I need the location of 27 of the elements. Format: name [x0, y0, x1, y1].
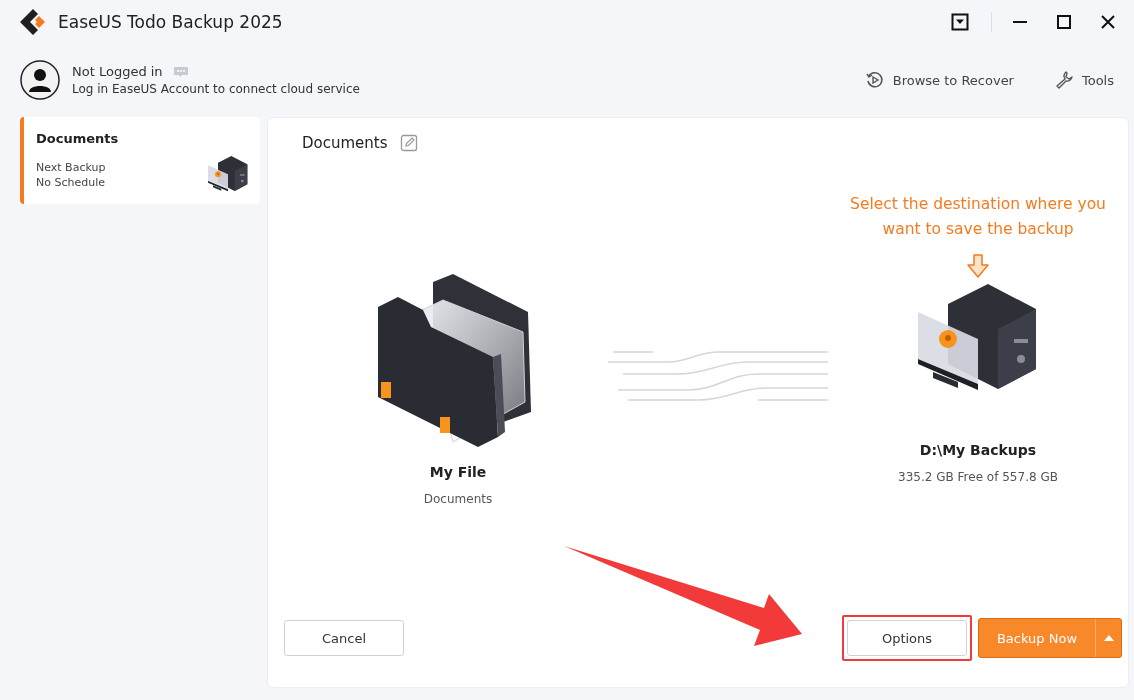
task-title: Documents	[36, 131, 120, 146]
avatar-icon[interactable]	[20, 60, 60, 100]
recover-icon	[864, 70, 885, 90]
maximize-icon[interactable]	[1056, 14, 1072, 30]
schedule-value: No Schedule	[36, 175, 106, 190]
task-name: Documents	[302, 134, 388, 152]
app-logo	[18, 7, 48, 37]
window-title: EaseUS Todo Backup 2025	[58, 12, 283, 32]
computer-icon	[208, 156, 248, 194]
login-link[interactable]: Log in EaseUS Account to connect cloud service	[72, 82, 360, 96]
backup-task-card[interactable]: Documents Next Backup No Schedule	[20, 117, 260, 204]
tools-button[interactable]: Tools	[1053, 70, 1114, 90]
next-backup-label: Next Backup	[36, 160, 106, 175]
edit-icon[interactable]	[399, 134, 418, 152]
down-arrow-icon	[967, 254, 989, 278]
destination-path: D:\My Backups	[919, 442, 1037, 458]
close-icon[interactable]	[1100, 14, 1116, 30]
destination-hint: Select the destination where you want to save the backup	[849, 194, 1107, 240]
source-type: Documents	[423, 492, 493, 506]
browse-recover-button[interactable]: Browse to Recover	[864, 70, 1014, 90]
source-name: My File	[429, 464, 487, 480]
free-space-text: 335.2 GB Free of 557.8 GB	[898, 470, 1058, 484]
account-status: Not Logged in	[72, 64, 163, 79]
dropdown-menu-icon[interactable]	[951, 13, 969, 31]
options-button[interactable]: Options	[847, 620, 967, 656]
caret-icon	[1103, 635, 1114, 641]
cancel-button[interactable]: Cancel	[284, 620, 404, 656]
